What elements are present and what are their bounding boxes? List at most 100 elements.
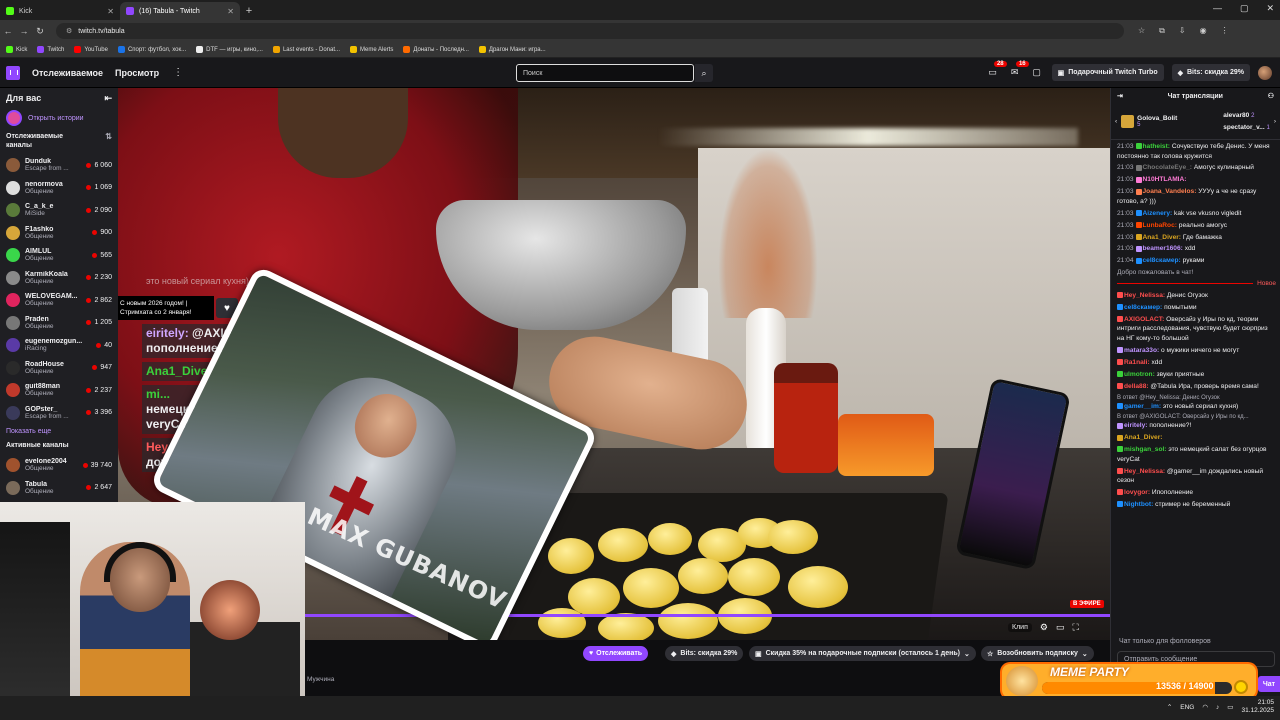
nav-following[interactable]: Отслеживаемое <box>32 68 103 78</box>
message-username[interactable]: hatheist: <box>1143 143 1170 150</box>
download-icon[interactable]: ⇩ <box>1179 26 1186 36</box>
message-username[interactable]: N10HTLAMIA: <box>1143 176 1187 183</box>
battery-icon[interactable]: ▭ <box>1227 703 1233 711</box>
chevron-right-icon[interactable]: › <box>1274 118 1276 125</box>
close-window-icon[interactable]: ✕ <box>1266 3 1274 14</box>
whispers-icon[interactable]: ▢ <box>1030 66 1044 80</box>
gift-subs-button[interactable]: ▣ Скидка 35% на подарочные подписки (оста… <box>749 646 976 661</box>
bookmark-item[interactable]: YouTube <box>74 46 108 53</box>
gift-turbo-button[interactable]: ▣ Подарочный Twitch Turbo <box>1051 64 1164 81</box>
back-icon[interactable]: ← <box>0 26 16 36</box>
new-tab-button[interactable]: + <box>240 2 258 20</box>
sidebar-channel[interactable]: evelone2004 Общение 39 740 <box>0 454 118 477</box>
message-username[interactable]: gamer__im: <box>1124 403 1161 410</box>
chat-send-button[interactable]: Чат <box>1258 676 1280 692</box>
message-username[interactable]: LunbaRoc: <box>1143 222 1177 229</box>
bits-discount-button[interactable]: ◆ Bits: скидка 29% <box>665 646 744 661</box>
message-username[interactable]: della88: <box>1124 383 1149 390</box>
bookmark-item[interactable]: Twitch <box>37 46 64 53</box>
stories-button[interactable]: Открыть истории <box>0 108 118 128</box>
sidebar-channel[interactable]: C_a_k_e MiSide 2 090 <box>0 199 118 222</box>
bookmark-item[interactable]: DTF — игры, кино,... <box>196 46 263 53</box>
sidebar-channel[interactable]: guit88man Общение 2 237 <box>0 379 118 402</box>
profile-icon[interactable]: ◉ <box>1200 26 1207 36</box>
bookmark-item[interactable]: Спорт: футбол, хок... <box>117 46 186 53</box>
sidebar-channel[interactable]: Tabula Общение 2 647 <box>0 477 118 500</box>
settings-gear-icon[interactable]: ⚙ <box>1040 622 1048 633</box>
message-username[interactable]: mishgan_sol: <box>1124 446 1167 453</box>
forward-icon[interactable]: → <box>16 26 32 36</box>
bookmark-item[interactable]: Last events - Donat... <box>272 46 340 53</box>
sidebar-channel[interactable]: GOPster_ Escape from ... 3 396 <box>0 402 118 425</box>
gifter-3[interactable]: spectator_v... 1 <box>1223 122 1270 134</box>
volume-icon[interactable]: ♪ <box>1216 704 1219 711</box>
reload-icon[interactable]: ↻ <box>32 26 48 37</box>
tab-twitch[interactable]: (16) Tabula - Twitch ✕ <box>120 2 240 20</box>
follow-button[interactable]: ♥ Отслеживать <box>583 646 649 661</box>
site-info-icon[interactable]: ⚙ <box>66 27 72 35</box>
inbox-icon[interactable]: ✉ 16 <box>1008 60 1029 80</box>
notifications-icon[interactable]: ▭ 28 <box>986 60 1007 80</box>
sort-icon[interactable]: ⇅ <box>105 132 112 150</box>
user-avatar[interactable] <box>1258 65 1272 80</box>
more-icon[interactable]: ⋮ <box>173 67 183 78</box>
message-username[interactable]: Hey_Nelissa: <box>1124 468 1165 475</box>
clip-button[interactable]: Клип <box>1008 623 1032 632</box>
resume-sub-button[interactable]: ☆ Возобновить подписку ⌄ <box>981 646 1094 661</box>
search-icon[interactable]: ⌕ <box>695 64 713 82</box>
message-username[interactable]: AXIGOLACT: <box>1124 316 1164 323</box>
menu-icon[interactable]: ⋮ <box>1221 26 1229 36</box>
sidebar-channel[interactable]: eugenemozgun... iRacing 40 <box>0 334 118 357</box>
message-username[interactable]: Joana_Vandelos: <box>1143 188 1197 195</box>
sidebar-channel[interactable]: Praden Общение 1 205 <box>0 312 118 335</box>
bookmark-star-icon[interactable]: ☆ <box>1138 26 1145 36</box>
search-input[interactable]: Поиск <box>516 64 694 82</box>
show-more-link[interactable]: Показать еще <box>0 424 118 440</box>
language-indicator[interactable]: ENG <box>1180 704 1194 711</box>
clock[interactable]: 21:05 31.12.2025 <box>1241 699 1274 715</box>
extensions-icon[interactable]: ⧉ <box>1159 26 1165 36</box>
message-username[interactable]: ceI8скамер: <box>1124 304 1162 311</box>
sidebar-channel[interactable]: nenormova Общение 1 069 <box>0 177 118 200</box>
chevron-left-icon[interactable]: ‹ <box>1115 118 1117 125</box>
twitch-logo-icon[interactable] <box>6 65 20 80</box>
bits-button[interactable]: ◆ Bits: скидка 29% <box>1171 64 1250 81</box>
minimize-icon[interactable]: — <box>1213 3 1222 14</box>
message-username[interactable]: matara33o: <box>1124 347 1159 354</box>
theatre-mode-icon[interactable]: ▭ <box>1056 622 1065 633</box>
nav-browse[interactable]: Просмотр <box>115 68 159 78</box>
sidebar-channel[interactable]: RoadHouse Общение 947 <box>0 357 118 380</box>
collapse-sidebar-icon[interactable]: ⇤ <box>104 93 112 104</box>
message-username[interactable]: lovygor: <box>1124 489 1150 496</box>
sidebar-channel[interactable]: WELOVEGAM... Общение 2 862 <box>0 289 118 312</box>
message-username[interactable]: beamer1606: <box>1143 245 1183 252</box>
message-username[interactable]: Hey_Nelissa: <box>1124 292 1165 299</box>
message-username[interactable]: Nightbot: <box>1124 501 1153 508</box>
sidebar-channel[interactable]: F1ashko Общение 900 <box>0 222 118 245</box>
bookmark-item[interactable]: Донаты - Последн... <box>403 46 469 53</box>
maximize-icon[interactable]: ▢ <box>1240 3 1249 14</box>
message-username[interactable]: eiritely: <box>1124 422 1147 429</box>
bookmark-item[interactable]: Драгон Мани: игра... <box>478 46 546 53</box>
close-icon[interactable]: ✕ <box>107 7 114 16</box>
sidebar-channel[interactable]: KarmikKoala Общение 2 230 <box>0 267 118 290</box>
message-username[interactable]: ChocolateEye_: <box>1143 164 1192 171</box>
url-field[interactable]: ⚙ twitch.tv/tabula <box>56 23 1124 39</box>
tab-kick[interactable]: Kick ✕ <box>0 2 120 20</box>
bookmark-item[interactable]: Meme Alerts <box>350 46 393 53</box>
wifi-icon[interactable]: ◠ <box>1202 703 1208 711</box>
message-username[interactable]: Aizenery: <box>1143 210 1173 217</box>
message-username[interactable]: Ana1_Diver: <box>1143 234 1181 241</box>
chevron-up-icon[interactable]: ⌃ <box>1167 703 1172 711</box>
users-icon[interactable]: ⚇ <box>1268 92 1274 100</box>
close-icon[interactable]: ✕ <box>227 7 234 16</box>
message-username[interactable]: Ra1nali: <box>1124 359 1150 366</box>
stream-category[interactable]: Мужчина <box>307 676 334 683</box>
sidebar-channel[interactable]: Dunduk Escape from ... 6 060 <box>0 154 118 177</box>
message-username[interactable]: ulmotron: <box>1124 371 1155 378</box>
bookmark-item[interactable]: Kick <box>6 46 27 53</box>
gifter-2[interactable]: alevar80 2 <box>1223 110 1270 122</box>
message-username[interactable]: Ana1_Diver: <box>1124 434 1162 441</box>
message-username[interactable]: ceI8скамер: <box>1143 257 1181 264</box>
fullscreen-icon[interactable]: ⛶ <box>1072 622 1078 633</box>
